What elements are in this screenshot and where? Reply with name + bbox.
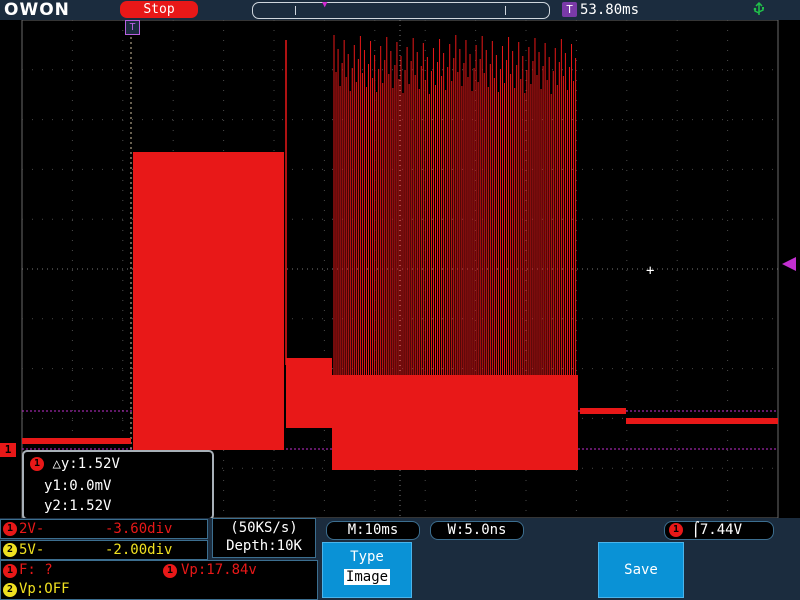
cursor-delta-row: 1 △y:1.52V — [30, 456, 120, 472]
acquisition-info: (50KS/s) Depth:10K — [212, 518, 316, 558]
cursor-delta-y: △y:1.52V — [52, 456, 120, 472]
window-readout[interactable]: W:5.0ns — [430, 521, 524, 540]
trace-tail-2 — [626, 418, 778, 424]
measurement-panel: 1 F: ? 1 Vp:17.84v 2 Vp:OFF — [0, 560, 318, 600]
trace-burst-1 — [133, 152, 284, 450]
meas-frequency: F: ? — [19, 562, 53, 578]
run-stop-button[interactable]: Stop — [120, 1, 198, 18]
channel1-settings-row[interactable]: 1 2V- -3.60div — [0, 519, 208, 539]
trigger-level: 7.44V — [699, 522, 743, 538]
cursor-crosshair: + — [646, 263, 654, 279]
meas-ch1-badge: 1 — [3, 564, 17, 578]
trace-tail-1 — [580, 408, 626, 414]
channel2-settings-row[interactable]: 2 5V- -2.00div — [0, 540, 208, 560]
cursor-y1: y1:0.0mV — [44, 478, 112, 494]
trace-step — [286, 358, 332, 428]
type-menu-label: Type — [350, 549, 384, 565]
channel1-ground-marker[interactable]: 1 — [0, 443, 16, 457]
type-menu-value: Image — [343, 569, 391, 585]
channel2-badge: 2 — [3, 543, 17, 557]
brand-logo: OWON — [4, 0, 70, 20]
sample-rate: (50KS/s) — [230, 520, 298, 536]
trigger-channel-badge: 1 — [669, 523, 683, 537]
trigger-position-marker: ▼ — [322, 0, 328, 10]
trigger-readout[interactable]: 1 ⌠7.44V — [664, 521, 774, 540]
save-button[interactable]: Save — [598, 542, 684, 598]
cursor-readout-panel: 1 △y:1.52V y1:0.0mV y2:1.52V — [22, 450, 214, 520]
top-status-bar: OWON Stop ▼ T 53.80ms — [0, 0, 800, 20]
channel1-badge: 1 — [30, 457, 44, 471]
window-bracket-left — [295, 6, 296, 15]
window-bracket-right — [505, 6, 506, 15]
trigger-time-value: 53.80ms — [580, 2, 640, 18]
timebase-position-bar[interactable] — [252, 2, 550, 19]
meas-vp: Vp:17.84v — [181, 562, 257, 578]
meas-vp-badge: 1 — [163, 564, 177, 578]
channel1-scale: 2V- — [19, 521, 45, 537]
trace-burst-2-base — [332, 375, 578, 470]
rising-edge-icon: ⌠ — [691, 522, 700, 538]
cursor-y2: y2:1.52V — [44, 498, 112, 514]
trigger-point-marker: T — [125, 20, 140, 35]
channel1-badge: 1 — [3, 522, 17, 536]
meas-ch2-vp: Vp:OFF — [19, 581, 70, 597]
channel2-offset: -2.00div — [105, 542, 173, 558]
channel2-scale: 5V- — [19, 542, 45, 558]
trigger-level-arrow[interactable] — [782, 257, 796, 271]
trace-baseline-left — [22, 438, 131, 444]
channel1-offset: -3.60div — [105, 521, 173, 537]
type-menu-button[interactable]: Type Image — [322, 542, 412, 598]
memory-depth: Depth:10K — [226, 538, 302, 554]
timebase-readout[interactable]: M:10ms — [326, 521, 420, 540]
meas-ch2-badge: 2 — [3, 583, 17, 597]
waveform-plot: + — [21, 20, 779, 518]
usb-icon — [752, 1, 766, 20]
trigger-time-icon: T — [562, 2, 577, 17]
